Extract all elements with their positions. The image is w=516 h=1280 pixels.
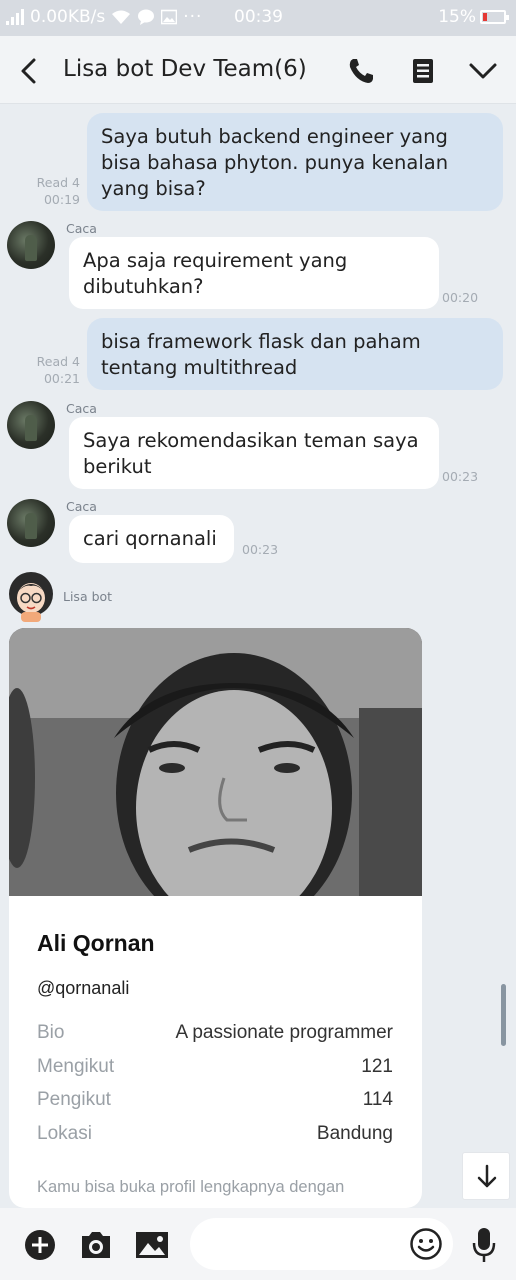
emoji-icon[interactable] xyxy=(409,1227,443,1261)
chevron-down-icon[interactable] xyxy=(468,56,498,86)
row-label: Mengikut xyxy=(37,1056,115,1077)
message-line: Apa saja requirement yang xyxy=(83,249,348,272)
signal-icon xyxy=(6,9,24,25)
message-bubble[interactable]: Saya rekomendasikan teman saya berikut xyxy=(69,417,439,489)
phone-icon[interactable] xyxy=(346,56,376,86)
row-value: Bandung xyxy=(316,1123,393,1144)
row-value: A passionate programmer xyxy=(175,1022,393,1043)
back-arrow-icon[interactable] xyxy=(14,56,44,86)
profile-handle: @qornanali xyxy=(37,978,130,998)
add-icon[interactable] xyxy=(24,1229,56,1261)
avatar[interactable] xyxy=(7,401,55,449)
row-label: Pengikut xyxy=(37,1089,111,1110)
profile-note: Kamu bisa buka profil lengkapnya dengan xyxy=(37,1178,345,1196)
message-time: 00:21 xyxy=(43,371,80,386)
message-time: 00:23 xyxy=(242,542,279,557)
profile-name: Ali Qornan xyxy=(37,930,155,956)
camera-icon[interactable] xyxy=(79,1230,113,1260)
avatar[interactable] xyxy=(7,221,55,269)
message-line: cari qornanali xyxy=(83,527,217,550)
sender-name: Lisa bot xyxy=(63,589,113,604)
row-label: Lokasi xyxy=(37,1123,92,1144)
arrow-down-icon xyxy=(477,1164,497,1188)
row-value: 121 xyxy=(361,1056,393,1077)
chat-input-bar xyxy=(0,1208,516,1280)
message-line: berikut xyxy=(83,455,152,478)
message-bubble[interactable]: bisa framework flask dan paham tentang m… xyxy=(87,318,503,390)
avatar[interactable] xyxy=(7,499,55,547)
scroll-indicator[interactable] xyxy=(501,984,506,1046)
profile-card[interactable]: Ali Qornan @qornanali Bio A passionate p… xyxy=(9,628,422,1208)
lisa-bot-avatar[interactable] xyxy=(7,570,55,622)
row-label: Bio xyxy=(37,1022,65,1043)
message-line: bisa bahasa phyton. punya kenalan xyxy=(101,151,449,174)
image-icon[interactable] xyxy=(135,1230,169,1260)
message-meta: Read 4 00:21 xyxy=(20,353,80,387)
profile-photo xyxy=(9,628,422,896)
message-line: yang bisa? xyxy=(101,177,206,200)
status-bar: 0.00KB/s ··· 00:39 15% xyxy=(0,0,516,36)
network-speed: 0.00KB/s xyxy=(30,7,106,27)
scroll-to-bottom-button[interactable] xyxy=(462,1152,510,1200)
sender-name: Caca xyxy=(66,499,97,514)
message-time: 00:20 xyxy=(442,290,479,305)
read-receipt: Read 4 xyxy=(36,175,80,190)
message-time: 00:23 xyxy=(442,469,479,484)
sender-name: Caca xyxy=(66,401,97,416)
wifi-icon xyxy=(112,10,131,24)
message-meta: Read 4 00:19 xyxy=(20,174,80,208)
read-receipt: Read 4 xyxy=(36,354,80,369)
message-time: 00:19 xyxy=(43,192,80,207)
message-line: Saya butuh backend engineer yang xyxy=(101,125,448,148)
battery-percent: 15% xyxy=(438,7,476,27)
chat-title: Lisa bot Dev Team(6) xyxy=(63,56,307,82)
chat-header: Lisa bot Dev Team(6) xyxy=(0,36,516,104)
message-bubble[interactable]: cari qornanali xyxy=(69,515,234,563)
message-line: Saya rekomendasikan teman saya xyxy=(83,429,419,452)
microphone-icon[interactable] xyxy=(470,1226,498,1264)
more-notifications-icon: ··· xyxy=(183,7,203,27)
battery-icon xyxy=(480,10,509,24)
notes-icon[interactable] xyxy=(408,56,438,86)
clock: 00:39 xyxy=(234,7,283,27)
message-bubble[interactable]: Apa saja requirement yang dibutuhkan? xyxy=(69,237,439,309)
message-input[interactable] xyxy=(208,1230,398,1258)
row-value: 114 xyxy=(362,1089,393,1110)
image-notification-icon xyxy=(161,9,178,25)
message-line: tentang multithread xyxy=(101,356,298,379)
sender-name: Caca xyxy=(66,221,97,236)
message-line: bisa framework flask dan paham xyxy=(101,330,421,353)
message-line: dibutuhkan? xyxy=(83,275,204,298)
message-bubble[interactable]: Saya butuh backend engineer yang bisa ba… xyxy=(87,113,503,211)
chat-notification-icon xyxy=(138,9,155,25)
